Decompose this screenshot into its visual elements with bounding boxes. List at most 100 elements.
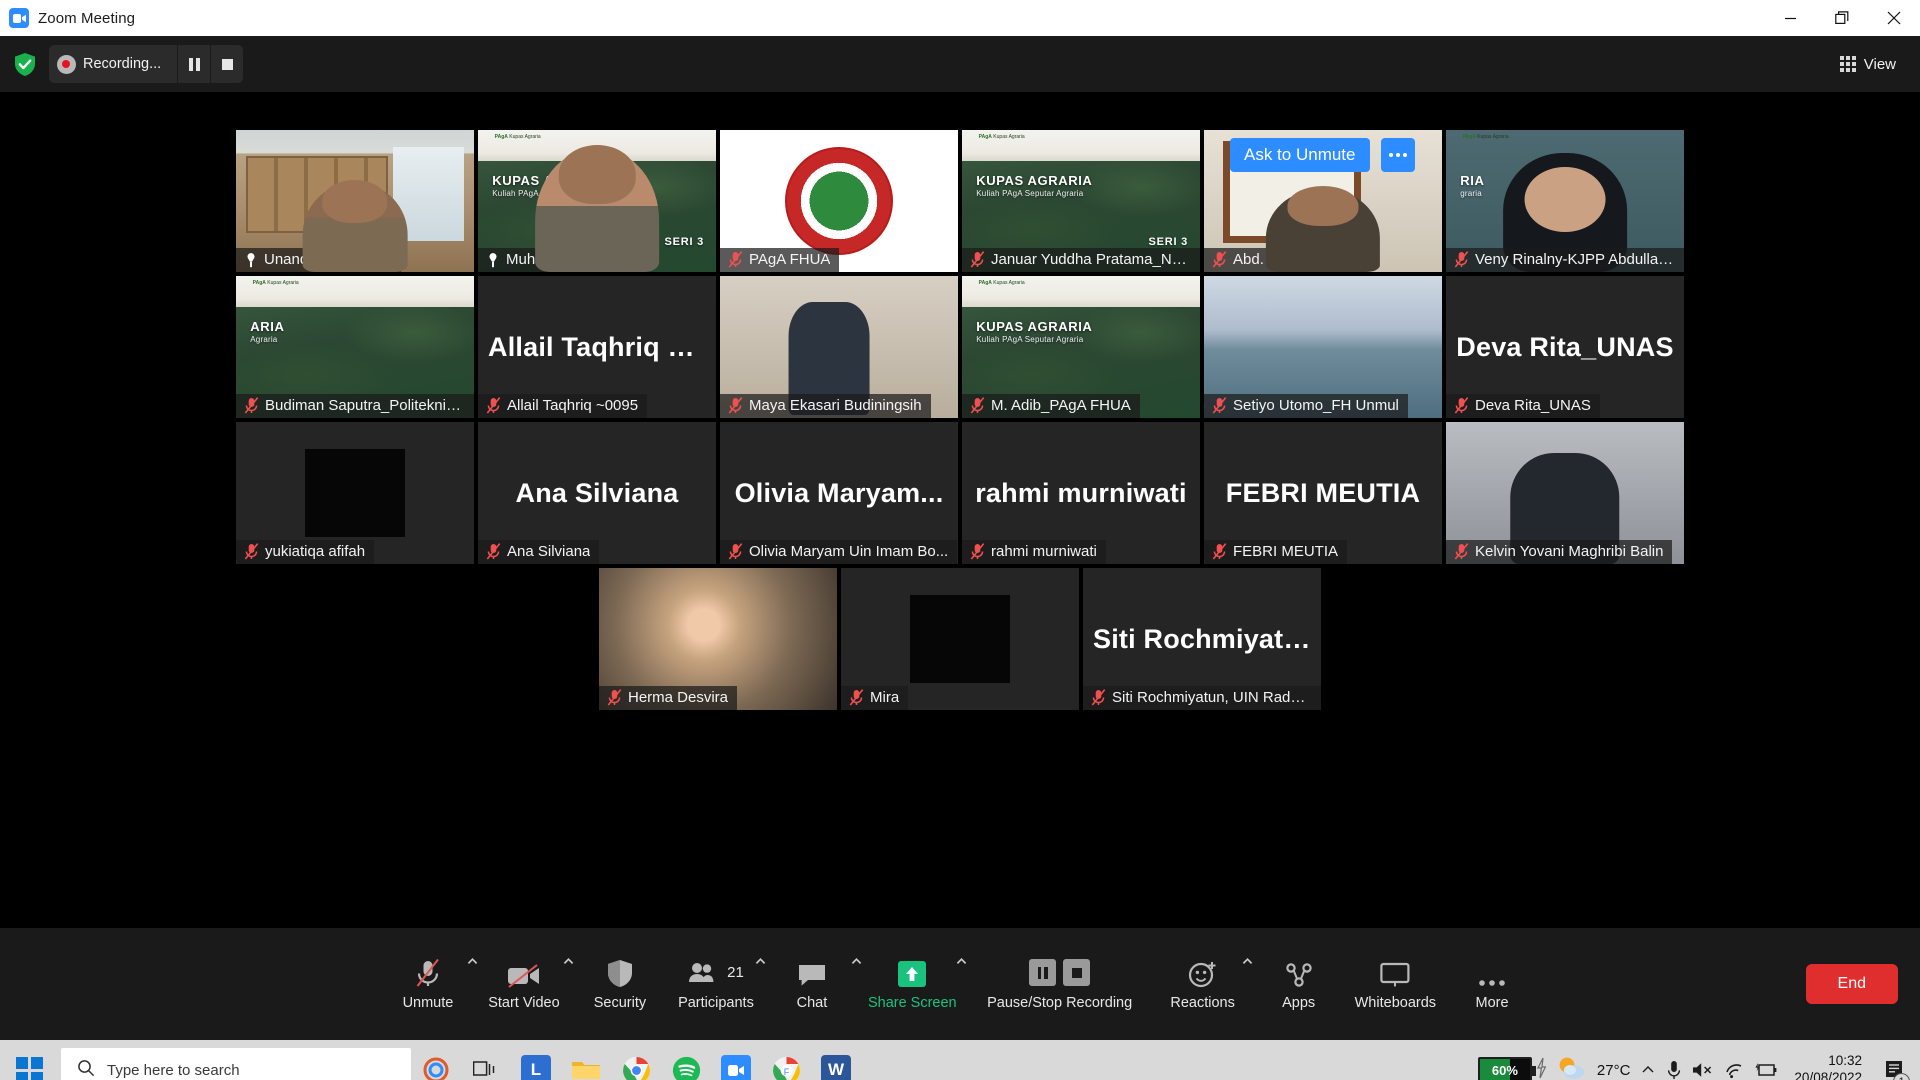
participant-tile[interactable]: Deva Rita_UNAS Deva Rita_UNAS <box>1446 276 1684 418</box>
gallery-row: Herma Desvira Mira Siti Rochmiyatu... Si… <box>0 568 1920 710</box>
mic-off-icon <box>970 543 985 560</box>
record-dot-icon <box>49 45 83 83</box>
pause-recording-button[interactable] <box>177 45 210 83</box>
microsoft-word-icon[interactable]: W <box>811 1040 861 1080</box>
participant-tile[interactable]: yukiatiqa afifah <box>236 422 474 564</box>
battery-percent: 60% <box>1491 1062 1518 1078</box>
minimize-icon[interactable] <box>1764 0 1816 36</box>
stop-icon <box>221 58 233 70</box>
control-label: Share Screen <box>867 994 957 1011</box>
participant-tile[interactable]: PAgA Kupas Agraria ARIA Agraria Budiman Sa… <box>236 276 474 418</box>
participant-tile[interactable]: PAgA Kupas AgrariaKUPAS AGRARIAKuliah PA… <box>962 130 1200 272</box>
control-unmute[interactable]: Unmute <box>380 942 478 1026</box>
gallery-row: yukiatiqa afifah Ana Silviana Ana Silvia… <box>0 422 1920 564</box>
window-buttons <box>1764 0 1920 36</box>
control-reactions[interactable]: Reactions <box>1155 942 1253 1026</box>
mic-off-icon <box>1454 397 1469 414</box>
mic-off-icon <box>244 397 259 414</box>
mic-off-icon <box>486 397 501 414</box>
control-apps[interactable]: Apps <box>1251 942 1347 1026</box>
participant-display-name: FEBRI MEUTIA <box>1225 477 1421 508</box>
control-chat[interactable]: Chat <box>764 942 862 1026</box>
chrome-profile-icon[interactable]: F <box>761 1040 811 1080</box>
participant-tile[interactable]: Ana Silviana Ana Silviana <box>478 422 716 564</box>
participant-name: PAgA FHUA <box>749 251 831 268</box>
control-participants[interactable]: 21 Participants <box>668 942 766 1026</box>
participant-name: Maya Ekasari Budiningsih <box>749 397 922 414</box>
control-share-screen[interactable]: Share Screen <box>860 942 967 1026</box>
mic-off-icon <box>970 251 985 268</box>
participant-tile[interactable]: Herma Desvira <box>599 568 837 710</box>
mic-off-icon <box>1212 251 1227 268</box>
notification-icon[interactable]: 1 <box>1878 1040 1912 1080</box>
zoom-icon[interactable] <box>711 1040 761 1080</box>
participant-name: Veny Rinalny-KJPP Abdullah... <box>1475 251 1675 268</box>
video-off-icon <box>507 958 541 988</box>
control-security[interactable]: Security <box>572 942 668 1026</box>
stop-recording-button[interactable] <box>210 45 243 83</box>
participant-tile[interactable]: PAgA Kupas AgrariaKUPAS AGRARIAKuliah PA… <box>962 276 1200 418</box>
mic-off-icon <box>413 958 443 988</box>
clock-time: 10:32 <box>1828 1053 1862 1069</box>
broadcast-logo: PAgA Kupas Agraria <box>1462 134 1509 141</box>
control-label: Security <box>593 994 647 1011</box>
windows-start-icon[interactable] <box>0 1040 58 1080</box>
clock[interactable]: 10:32 20/08/2022 <box>1788 1053 1868 1080</box>
partly-cloudy-icon[interactable] <box>1557 1055 1587 1080</box>
participant-tile[interactable]: Kelvin Yovani Maghribi Balin <box>1446 422 1684 564</box>
control-pause-stop-recording[interactable]: Pause/Stop Recording <box>965 942 1155 1026</box>
view-button[interactable]: View <box>1830 48 1908 80</box>
participant-tile[interactable]: PAgA Kupas AgrariaKUPAS AGRARIAKuliah PA… <box>478 130 716 272</box>
control-whiteboards[interactable]: Whiteboards <box>1347 942 1444 1026</box>
battery-icon: 60% <box>1477 1057 1536 1080</box>
participant-tile[interactable]: Olivia Maryam... Olivia Maryam Uin Imam … <box>720 422 958 564</box>
volume-muted-icon[interactable] <box>1692 1061 1714 1079</box>
end-meeting-button[interactable]: End <box>1805 964 1898 1004</box>
participant-tile[interactable]: Maya Ekasari Budiningsih <box>720 276 958 418</box>
shield-check-icon[interactable] <box>12 51 38 77</box>
participant-tile[interactable]: PAgA FHUA <box>720 130 958 272</box>
control-label: Whiteboards <box>1354 994 1437 1011</box>
search-icon <box>77 1059 95 1080</box>
participant-tile[interactable]: Mira <box>841 568 1079 710</box>
close-icon[interactable] <box>1868 0 1920 36</box>
search-input[interactable]: Type here to search <box>61 1048 411 1080</box>
broadcast-logo: PAgA Kupas Agraria <box>252 280 299 287</box>
participant-name: Siti Rochmiyatun, UIN Raden... <box>1112 689 1312 706</box>
control-label: Apps <box>1282 994 1316 1011</box>
participant-tile[interactable]: Allail Taqhriq ~... Allail Taqhriq ~0095 <box>478 276 716 418</box>
participant-name: Budiman Saputra_Politeknik ... <box>265 397 465 414</box>
pin-icon <box>247 252 255 267</box>
participant-tile[interactable]: Unand_antonrosari <box>236 130 474 272</box>
participant-name-bar: Deva Rita_UNAS <box>1446 394 1600 418</box>
control-label: Participants <box>678 994 754 1011</box>
cortana-icon[interactable] <box>411 1040 461 1080</box>
task-view-icon[interactable] <box>461 1040 511 1080</box>
battery-charging-icon[interactable] <box>1754 1061 1778 1079</box>
spotify-icon[interactable] <box>661 1040 711 1080</box>
chrome-icon[interactable] <box>611 1040 661 1080</box>
participant-tile[interactable]: FEBRI MEUTIA FEBRI MEUTIA <box>1204 422 1442 564</box>
participant-name-bar: Ana Silviana <box>478 540 600 564</box>
participant-tile[interactable]: rahmi murniwati rahmi murniwati <box>962 422 1200 564</box>
participant-tile[interactable]: PAgA Kupas Agraria RIA graria Veny Rinalny… <box>1446 130 1684 272</box>
ask-to-unmute-button[interactable]: Ask to Unmute <box>1230 138 1370 172</box>
participants-count: 21 <box>727 964 744 981</box>
participant-name-bar: Siti Rochmiyatun, UIN Raden... <box>1083 686 1321 710</box>
file-explorer-icon[interactable] <box>561 1040 611 1080</box>
participant-tile[interactable]: Setiyo Utomo_FH Unmul <box>1204 276 1442 418</box>
participant-tile[interactable]: Siti Rochmiyatu... Siti Rochmiyatun, UIN… <box>1083 568 1321 710</box>
participant-name-bar: rahmi murniwati <box>962 540 1106 564</box>
chevron-up-icon[interactable] <box>1640 1062 1656 1078</box>
app-l-icon[interactable]: L <box>511 1040 561 1080</box>
restore-icon[interactable] <box>1816 0 1868 36</box>
more-dots-icon[interactable] <box>1381 138 1415 172</box>
participant-name: yukiatiqa afifah <box>265 543 366 560</box>
microphone-icon[interactable] <box>1666 1060 1682 1080</box>
mic-off-icon <box>607 689 622 706</box>
control-start-video[interactable]: Start Video <box>476 942 574 1026</box>
control-more[interactable]: More <box>1444 942 1540 1026</box>
mic-off-icon <box>486 543 501 560</box>
wifi-icon[interactable] <box>1724 1061 1744 1079</box>
battery-status[interactable]: 60% <box>1477 1057 1547 1080</box>
